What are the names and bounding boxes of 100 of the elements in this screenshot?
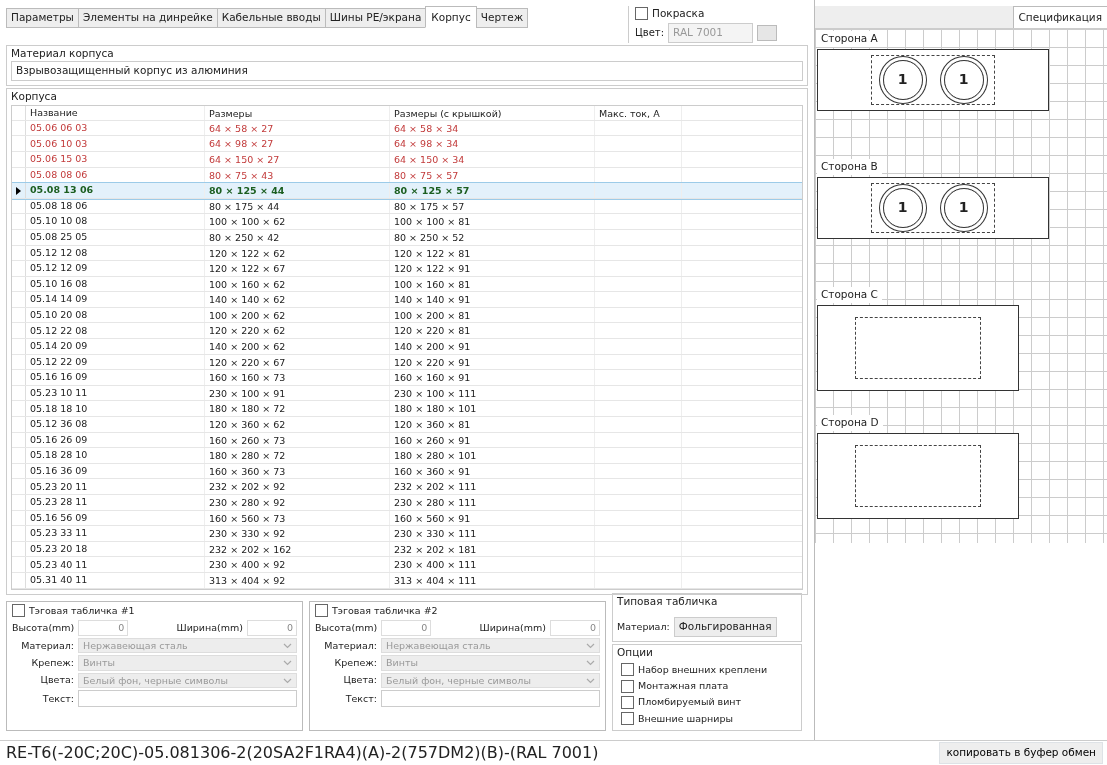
tab[interactable]: Элементы на динрейке [77, 8, 218, 28]
table-cell: 120 × 122 × 62 [204, 245, 389, 261]
table-cell: 64 × 58 × 34 [389, 120, 594, 136]
field-label: Материал: [323, 638, 377, 653]
table-cell: 160 × 160 × 73 [204, 370, 389, 385]
checkbox-label: Тэговая табличка #1 [29, 603, 135, 618]
field-label: Крепеж: [30, 656, 74, 670]
table-cell-text: 05.16 36 09 [29, 464, 89, 478]
group-title: Корпуса [11, 89, 58, 104]
table-cell-text: 05.23 20 11 [29, 479, 89, 494]
table-row[interactable]: 05.23 40 11 230 × 400 × 92 230 × 400 × 111 [12, 557, 802, 573]
table-row[interactable]: 05.18 28 10 180 × 280 × 72 180 × 280 × 101 [12, 448, 802, 464]
table-cell-text: 05.12 12 09 [29, 261, 89, 276]
table-row[interactable]: 05.31 40 11 313 × 404 × 92 313 × 404 × 111 [12, 572, 802, 589]
side-label: Сторона D [817, 415, 883, 431]
table-row[interactable]: 05.16 36 09 160 × 360 × 73 160 × 360 × 91 [12, 463, 802, 480]
checkbox[interactable] [621, 663, 634, 677]
table-row[interactable]: 05.12 36 08 120 × 360 × 62 120 × 360 × 81 [12, 417, 802, 433]
table-cell-text: 05.16 56 09 [29, 510, 89, 525]
tab[interactable]: Корпус [425, 6, 477, 28]
table-row[interactable]: 05.08 25 05 80 × 250 × 42 80 × 250 × 52 [12, 229, 802, 246]
side-label: Сторона C [817, 287, 882, 303]
table-cell-text: 05.06 06 03 [29, 120, 89, 135]
field-label: Крепеж: [333, 656, 377, 670]
checkbox-label: Внешние шарниры [638, 711, 733, 726]
tab[interactable]: Кабельные вводы [216, 8, 326, 28]
tab[interactable]: Чертеж [475, 8, 529, 28]
table-row[interactable]: 05.18 18 10 180 × 180 × 72 180 × 180 × 101 [12, 401, 802, 418]
table-row[interactable]: 05.16 16 09 160 × 160 × 73 160 × 160 × 91 [12, 370, 802, 386]
table-cell: 100 × 100 × 81 [389, 214, 594, 229]
field-label: Материал: [20, 638, 74, 653]
checkbox[interactable] [621, 695, 634, 709]
table-row[interactable]: 05.10 16 08 100 × 160 × 62 100 × 160 × 81 [12, 276, 802, 293]
table-cell: 180 × 180 × 72 [204, 401, 389, 417]
table-cell: 160 × 360 × 73 [204, 463, 389, 479]
table-cell-text: 05.12 22 08 [29, 323, 89, 338]
table-row[interactable]: 05.12 22 08 120 × 220 × 62 120 × 220 × 81 [12, 323, 802, 340]
checkbox[interactable] [621, 679, 634, 693]
table-row[interactable]: 05.23 20 11 232 × 202 × 92 232 × 202 × 111 [12, 479, 802, 495]
table-cell: 120 × 220 × 62 [204, 323, 389, 339]
table-cell-text: 05.18 18 10 [29, 401, 89, 416]
table-row[interactable]: 05.23 20 18 232 × 202 × 162 232 × 202 × 181 [12, 541, 802, 558]
table-row[interactable]: 05.12 22 09 120 × 220 × 67 120 × 220 × 91 [12, 354, 802, 371]
table-cell: 230 × 330 × 92 [204, 526, 389, 541]
tab[interactable]: Спецификация [1012, 6, 1107, 28]
side-label: Сторона B [817, 159, 882, 175]
table-cell-text: 05.08 25 05 [29, 230, 89, 245]
table-cell: 100 × 200 × 62 [204, 307, 389, 323]
table-row[interactable]: 05.23 33 11 230 × 330 × 92 230 × 330 × 111 [12, 526, 802, 542]
column-header[interactable]: Название [26, 105, 204, 120]
table-cell: 230 × 280 × 92 [204, 495, 389, 510]
text-field[interactable] [78, 690, 297, 708]
table-cell: 100 × 160 × 81 [389, 276, 594, 292]
table-cell: 160 × 260 × 91 [389, 432, 594, 448]
copy-button[interactable]: копировать в буфер обмен [939, 742, 1103, 764]
table-cell-text: 05.23 10 11 [29, 386, 89, 400]
table-row[interactable]: 05.06 06 03 64 × 58 × 27 64 × 58 × 34 [12, 120, 802, 137]
field-label: Текст: [41, 691, 74, 706]
table-row[interactable]: 05.06 15 03 64 × 150 × 27 64 × 150 × 34 [12, 151, 802, 168]
dropdown[interactable]: Фольгированная [673, 617, 777, 638]
table-cell: 64 × 150 × 27 [204, 151, 389, 167]
table-row[interactable]: 05.08 18 06 80 × 175 × 44 80 × 175 × 57 [12, 198, 802, 215]
column-header[interactable]: Макс. ток, А [594, 105, 682, 120]
table-cell: 230 × 100 × 91 [204, 385, 389, 401]
table-cell: 64 × 98 × 34 [389, 136, 594, 151]
table-row[interactable]: 05.23 28 11 230 × 280 × 92 230 × 280 × 111 [12, 495, 802, 511]
table-row[interactable]: 05.12 12 09 120 × 122 × 67 120 × 122 × 91 [12, 261, 802, 277]
table-cell: 180 × 180 × 101 [389, 401, 594, 417]
table-row[interactable]: 05.14 14 09 140 × 140 × 62 140 × 140 × 91 [12, 292, 802, 308]
table-row[interactable]: 05.10 10 08 100 × 100 × 62 100 × 100 × 81 [12, 214, 802, 230]
table-cell: 313 × 404 × 111 [389, 572, 594, 588]
table-cell: 80 × 125 × 57 [389, 183, 594, 198]
column-header[interactable]: Размеры (с крышкой) [389, 105, 594, 120]
table-cell: 313 × 404 × 92 [204, 572, 389, 588]
table-cell-text: 05.31 40 11 [29, 573, 89, 588]
field-label: Цвет: [635, 26, 664, 41]
column-header[interactable]: Размеры [204, 105, 389, 120]
chevron-icon [283, 660, 292, 667]
table-row[interactable]: 05.12 12 08 120 × 122 × 62 120 × 122 × 81 [12, 245, 802, 262]
field-label: Материал: [617, 620, 670, 635]
table-cell: 120 × 220 × 81 [389, 323, 594, 339]
table-cell: 100 × 100 × 62 [204, 214, 389, 229]
table-cell: 120 × 122 × 81 [389, 245, 594, 261]
table-cell: 160 × 560 × 91 [389, 510, 594, 526]
table-row[interactable]: 05.10 20 08 100 × 200 × 62 100 × 200 × 81 [12, 307, 802, 324]
table-row[interactable]: 05.23 10 11 230 × 100 × 91 230 × 100 × 111 [12, 385, 802, 402]
material-field[interactable]: Взрывозащищенный корпус из алюминия [11, 61, 803, 81]
color-swatch-button[interactable] [757, 24, 777, 41]
chevron-icon [586, 677, 595, 684]
table-row[interactable]: 05.14 20 09 140 × 200 × 62 140 × 200 × 91 [12, 339, 802, 355]
table-row[interactable]: 05.16 26 09 160 × 260 × 73 160 × 260 × 91 [12, 432, 802, 449]
group-title: Материал корпуса [11, 45, 115, 61]
tab[interactable]: Параметры [6, 8, 79, 28]
group-title: Типовая табличка [617, 593, 719, 609]
text-field[interactable] [381, 690, 600, 708]
table-row[interactable]: 05.06 10 03 64 × 98 × 27 64 × 98 × 34 [12, 136, 802, 152]
tab[interactable]: Шины PE/экрана [324, 8, 427, 28]
checkbox[interactable] [621, 712, 634, 726]
table-row[interactable]: 05.08 13 06 80 × 125 × 44 80 × 125 × 57 [12, 183, 802, 199]
table-row[interactable]: 05.16 56 09 160 × 560 × 73 160 × 560 × 91 [12, 510, 802, 527]
